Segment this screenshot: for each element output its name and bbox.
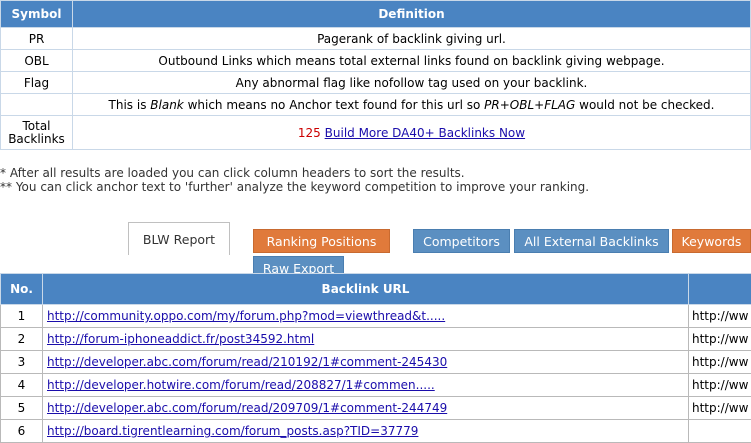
- legend-definition: Pagerank of backlink giving url.: [73, 28, 751, 50]
- blank-middle: which means no Anchor text found for thi…: [184, 98, 484, 112]
- blank-prefix: This is: [109, 98, 151, 112]
- backlink-url-column-header[interactable]: Backlink URL: [43, 274, 689, 305]
- legend-blank-row: This is Blank which means no Anchor text…: [1, 94, 751, 116]
- legend-definition: This is Blank which means no Anchor text…: [73, 94, 751, 116]
- total-label-line1: Total: [22, 119, 50, 133]
- row-number: 1: [1, 305, 43, 328]
- table-row: 3 http://developer.abc.com/forum/read/21…: [1, 351, 751, 374]
- tab-competitors[interactable]: Competitors: [413, 229, 510, 253]
- backlink-url-cell: http://community.oppo.com/my/forum.php?m…: [43, 305, 689, 328]
- legend-symbol: PR: [1, 28, 73, 50]
- total-label-line2: Backlinks: [8, 132, 65, 146]
- legend-row: OBL Outbound Links which means total ext…: [1, 50, 751, 72]
- results-table: No. Backlink URL 1 http://community.oppo…: [0, 273, 751, 443]
- tab-blw-report[interactable]: BLW Report: [128, 222, 230, 255]
- backlink-url-link[interactable]: http://forum-iphoneaddict.fr/post34592.h…: [47, 332, 314, 346]
- definition-header: Definition: [73, 1, 751, 28]
- tab-ranking-positions[interactable]: Ranking Positions: [253, 229, 390, 253]
- backlink-url-link[interactable]: http://developer.abc.com/forum/read/2097…: [47, 401, 447, 415]
- table-row: 4 http://developer.hotwire.com/forum/rea…: [1, 374, 751, 397]
- legend-symbol: OBL: [1, 50, 73, 72]
- build-backlinks-link[interactable]: Build More DA40+ Backlinks Now: [325, 126, 525, 140]
- legend-table: Symbol Definition PR Pagerank of backlin…: [0, 0, 751, 150]
- backlink-url-cell: http://developer.abc.com/forum/read/2097…: [43, 397, 689, 420]
- backlink-url-link[interactable]: http://developer.abc.com/forum/read/2101…: [47, 355, 447, 369]
- backlink-url-cell: http://developer.hotwire.com/forum/read/…: [43, 374, 689, 397]
- legend-definition: Any abnormal flag like nofollow tag used…: [73, 72, 751, 94]
- table-row: 2 http://forum-iphoneaddict.fr/post34592…: [1, 328, 751, 351]
- backlink-url-cell: http://developer.abc.com/forum/read/2101…: [43, 351, 689, 374]
- legend-row: Flag Any abnormal flag like nofollow tag…: [1, 72, 751, 94]
- backlink-url-link[interactable]: http://developer.hotwire.com/forum/read/…: [47, 378, 435, 392]
- total-backlinks-row: Total Backlinks 125 Build More DA40+ Bac…: [1, 116, 751, 150]
- sort-note: * After all results are loaded you can c…: [0, 166, 465, 180]
- blank-flags: PR+OBL+FLAG: [484, 98, 575, 112]
- total-backlinks-count: 125: [298, 126, 321, 140]
- backlink-url-cell: http://forum-iphoneaddict.fr/post34592.h…: [43, 328, 689, 351]
- external-url-cell: http://ww: [689, 351, 751, 374]
- legend-symbol-empty: [1, 94, 73, 116]
- no-column-header[interactable]: No.: [1, 274, 43, 305]
- legend-header-row: Symbol Definition: [1, 1, 751, 28]
- external-column-header[interactable]: [689, 274, 751, 305]
- blank-word: Blank: [150, 98, 183, 112]
- legend-row: PR Pagerank of backlink giving url.: [1, 28, 751, 50]
- symbol-header: Symbol: [1, 1, 73, 28]
- table-row: 5 http://developer.abc.com/forum/read/20…: [1, 397, 751, 420]
- backlink-url-link[interactable]: http://community.oppo.com/my/forum.php?m…: [47, 309, 445, 323]
- external-url-cell: http://ww: [689, 328, 751, 351]
- external-url-cell: http://ww: [689, 374, 751, 397]
- results-header-row: No. Backlink URL: [1, 274, 751, 305]
- row-number: 4: [1, 374, 43, 397]
- row-number: 2: [1, 328, 43, 351]
- table-row: 1 http://community.oppo.com/my/forum.php…: [1, 305, 751, 328]
- external-url-cell: http://ww: [689, 305, 751, 328]
- tab-all-external-backlinks[interactable]: All External Backlinks: [514, 229, 669, 253]
- legend-symbol: Flag: [1, 72, 73, 94]
- external-url-cell: http://ww: [689, 397, 751, 420]
- tab-keywords[interactable]: Keywords: [672, 229, 751, 253]
- backlink-url-link[interactable]: http://board.tigrentlearning.com/forum_p…: [47, 424, 418, 438]
- legend-definition: Outbound Links which means total externa…: [73, 50, 751, 72]
- total-backlinks-value: 125 Build More DA40+ Backlinks Now: [73, 116, 751, 150]
- anchor-note: ** You can click anchor text to 'further…: [0, 180, 589, 194]
- total-backlinks-label: Total Backlinks: [1, 116, 73, 150]
- row-number: 3: [1, 351, 43, 374]
- row-number: 5: [1, 397, 43, 420]
- blank-suffix: would not be checked.: [575, 98, 714, 112]
